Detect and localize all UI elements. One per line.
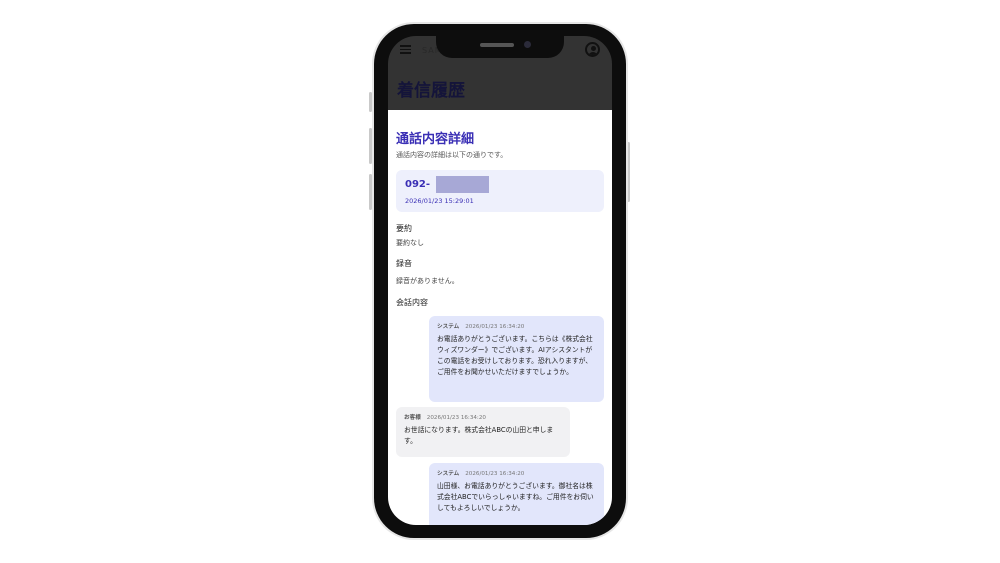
caller-card: 092- 2026/01/23 15:29:01: [396, 170, 604, 212]
call-detail-modal: 通話内容詳細 通話内容の詳細は以下の通りです。 092- 2026/01/23 …: [388, 110, 612, 525]
message-bubble-customer: お客様 2026/01/23 16:34:20 お世話になります。株式会社ABCの…: [396, 407, 570, 457]
modal-subtitle: 通話内容の詳細は以下の通りです。: [396, 151, 508, 159]
notch-camera: [524, 41, 531, 48]
hamburger-menu-icon[interactable]: [400, 45, 411, 54]
call-datetime: 2026/01/23 15:29:01: [405, 197, 474, 205]
phone-volume-up: [369, 128, 372, 164]
caller-phone-number: 092-: [405, 179, 431, 190]
phone-screen: SAMURAI 着信履歴 通話内容詳細 通話内容の詳細は以下の通りです。 092…: [388, 36, 612, 525]
message-speaker: お客様: [404, 415, 421, 421]
message-text: お世話になります。株式会社ABCの山田と申します。: [404, 426, 554, 445]
summary-label: 要約: [396, 224, 412, 233]
message-time: 2026/01/23 16:34:20: [426, 415, 486, 421]
summary-value: 要約なし: [396, 239, 424, 247]
message-bubble-system: システム 2026/01/23 16:34:20 お電話ありがとうございます。こち…: [429, 316, 604, 402]
message-speaker: システム: [437, 471, 460, 477]
phone-silent-switch: [369, 92, 372, 112]
message-speaker: システム: [437, 324, 460, 330]
notch-speaker: [480, 43, 514, 47]
modal-title: 通話内容詳細: [396, 132, 475, 147]
phone-notch: [436, 36, 564, 58]
message-text: 山田様、お電話ありがとうございます。御社名は株式会社ABCでいらっしゃいますね。…: [437, 482, 594, 512]
message-bubble-system: システム 2026/01/23 16:34:20 山田様、お電話ありがとうございま…: [429, 463, 604, 525]
phone-power-button: [627, 142, 630, 202]
user-account-icon[interactable]: [585, 42, 600, 57]
message-text: お電話ありがとうございます。こちらは《株式会社ウィズワンダー》でございます。AI…: [437, 335, 593, 376]
recording-value: 録音がありません。: [396, 277, 459, 285]
conversation-label: 会話内容: [396, 298, 428, 307]
message-time: 2026/01/23 16:34:20: [465, 471, 525, 477]
phone-volume-down: [369, 174, 372, 210]
recording-label: 録音: [396, 259, 412, 268]
page-title: 着信履歴: [397, 81, 465, 101]
phone-number-redaction: [436, 176, 489, 193]
message-time: 2026/01/23 16:34:20: [465, 324, 525, 330]
